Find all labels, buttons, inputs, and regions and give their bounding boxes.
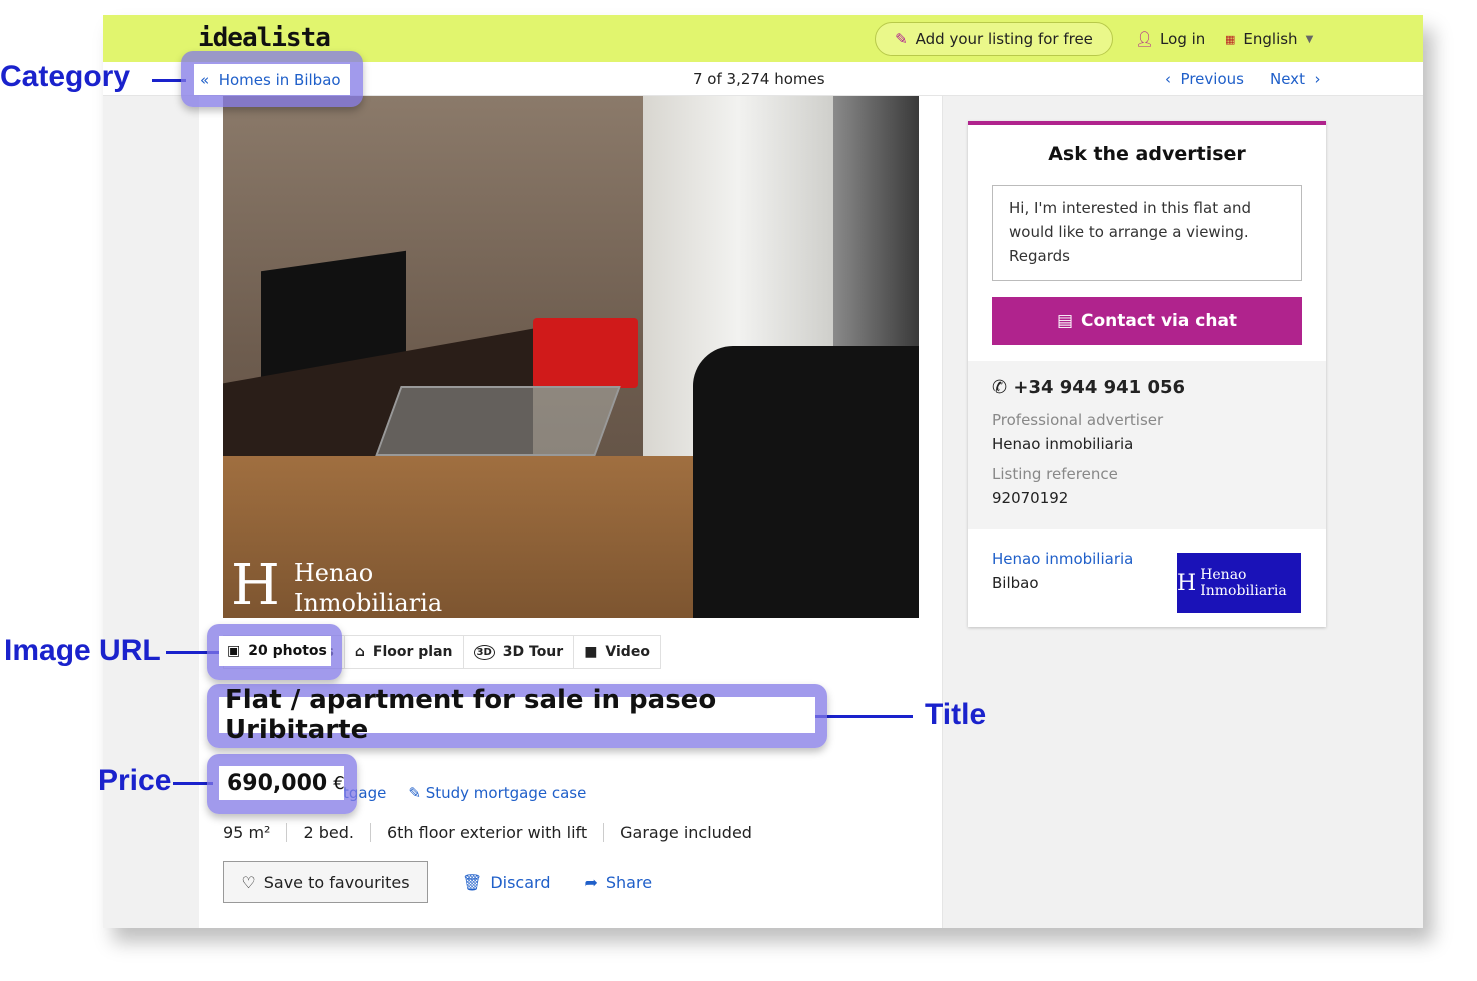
phone-icon: ✆ bbox=[992, 377, 1008, 398]
annotation-image-url: Image URL bbox=[4, 634, 161, 667]
share-icon: ➦ bbox=[584, 872, 598, 892]
language-select[interactable]: ▦ English ▼ bbox=[1225, 30, 1313, 48]
study-mortgage-label: Study mortgage case bbox=[425, 784, 587, 802]
chat-label: Contact via chat bbox=[1081, 311, 1238, 331]
agency: Henao inmobiliaria Bilbao bbox=[992, 547, 1133, 595]
floor-plan-icon: ⌂ bbox=[354, 644, 365, 660]
previous-link[interactable]: ‹ Previous bbox=[1165, 70, 1244, 88]
photos-highlight-box: ▣ 20 photos bbox=[219, 636, 331, 666]
listing-photo[interactable]: H Henao Inmobiliaria bbox=[223, 96, 919, 618]
3d-icon: 3D bbox=[473, 644, 495, 660]
discard-label: Discard bbox=[490, 872, 551, 892]
pin-icon: ✎ bbox=[895, 30, 908, 48]
annotation-price: Price bbox=[98, 764, 172, 797]
actions: ♡ Save to favourites 🗑︎ Discard ➦ Share bbox=[223, 861, 652, 903]
reference-label: Listing reference bbox=[992, 465, 1118, 483]
reference-value: 92070192 bbox=[992, 489, 1069, 507]
trash-icon: 🗑︎ bbox=[462, 872, 483, 892]
price-highlight-box: 690,000 € bbox=[219, 766, 345, 800]
title-highlight-box: Flat / apartment for sale in paseo Uribi… bbox=[219, 685, 815, 745]
message-textarea[interactable]: Hi, I'm interested in this flat and woul… bbox=[992, 185, 1302, 281]
user-icon: 👤︎ bbox=[1135, 30, 1155, 48]
tab-video[interactable]: ■ Video bbox=[574, 636, 660, 668]
next-link[interactable]: Next › bbox=[1270, 70, 1321, 88]
result-count: 7 of 3,274 homes bbox=[693, 70, 825, 88]
flag-icon: ▦ bbox=[1225, 32, 1236, 46]
agency-logo[interactable]: H Henao Inmobiliaria bbox=[1177, 553, 1301, 613]
chat-icon: ▤ bbox=[1056, 311, 1073, 331]
agency-city: Bilbao bbox=[992, 574, 1039, 592]
agency-watermark: H Henao Inmobiliaria bbox=[231, 553, 443, 618]
feature-bedrooms: 2 bed. bbox=[287, 823, 371, 842]
add-listing-label: Add your listing for free bbox=[915, 30, 1093, 48]
annotation-title: Title bbox=[925, 698, 987, 731]
advertiser-name: Henao inmobiliaria bbox=[992, 435, 1134, 453]
phone-number[interactable]: ✆ +34 944 941 056 bbox=[992, 377, 1302, 398]
video-icon: ■ bbox=[584, 644, 598, 660]
annotation-line bbox=[815, 715, 913, 718]
tab-3d-tour[interactable]: 3D 3D Tour bbox=[464, 636, 575, 668]
caret-down-icon: ▼ bbox=[1305, 33, 1314, 45]
share-label: Share bbox=[605, 872, 653, 892]
save-label: Save to favourites bbox=[263, 872, 410, 892]
advertiser-info: ✆ +34 944 941 056 Professional advertise… bbox=[968, 361, 1326, 529]
login-link[interactable]: 👤︎ Log in bbox=[1135, 30, 1205, 48]
add-listing-button[interactable]: ✎ Add your listing for free bbox=[875, 22, 1113, 56]
contact-title: Ask the advertiser bbox=[1048, 143, 1246, 165]
language-label: English bbox=[1243, 30, 1298, 48]
study-mortgage-link[interactable]: ✎ Study mortgage case bbox=[408, 784, 586, 802]
feature-garage: Garage included bbox=[620, 823, 752, 842]
tab-floor-plan[interactable]: ⌂ Floor plan bbox=[345, 636, 464, 668]
contact-chat-button[interactable]: ▤ Contact via chat bbox=[992, 297, 1302, 345]
tab-label: Floor plan bbox=[372, 644, 453, 660]
feature-area: 95 m² bbox=[207, 823, 288, 842]
annotation-category: Category bbox=[0, 60, 131, 93]
tab-label: 3D Tour bbox=[502, 644, 564, 660]
phone-label: +34 944 941 056 bbox=[1013, 377, 1186, 398]
tab-label: Video bbox=[605, 644, 650, 660]
save-favourites-button[interactable]: ♡ Save to favourites bbox=[223, 861, 428, 903]
login-label: Log in bbox=[1160, 30, 1206, 48]
category-highlight-box: « Homes in Bilbao bbox=[194, 64, 350, 95]
heart-icon: ♡ bbox=[241, 872, 256, 892]
contact-card: Ask the advertiser Hi, I'm interested in… bbox=[968, 121, 1326, 627]
advertiser-label: Professional advertiser bbox=[992, 411, 1164, 429]
share-button[interactable]: ➦ Share bbox=[584, 873, 652, 892]
next-label: Next bbox=[1270, 70, 1305, 88]
agency-link[interactable]: Henao inmobiliaria bbox=[992, 547, 1133, 571]
features: 95 m² 2 bed. 6th floor exterior with lif… bbox=[207, 823, 768, 842]
discard-button[interactable]: 🗑︎ Discard bbox=[462, 873, 550, 892]
logo[interactable]: idealista bbox=[198, 23, 331, 53]
feature-floor: 6th floor exterior with lift bbox=[371, 823, 605, 842]
mortgage-links: tgage ✎ Study mortgage case bbox=[343, 784, 586, 802]
previous-label: Previous bbox=[1180, 70, 1244, 88]
